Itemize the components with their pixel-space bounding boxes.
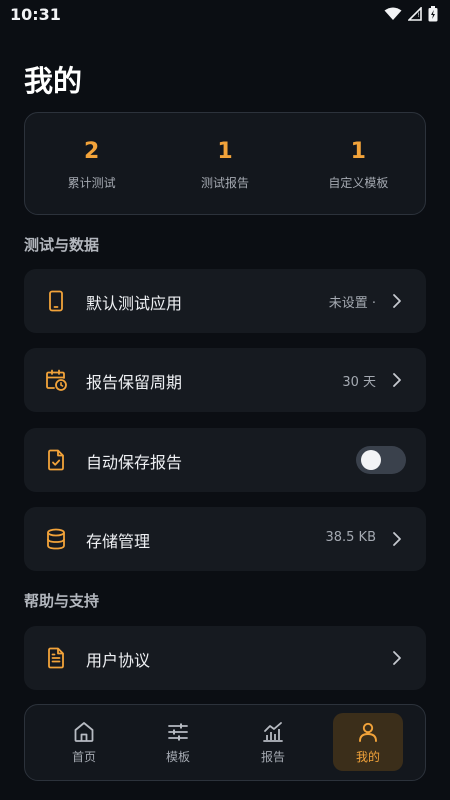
document-icon [48, 647, 64, 669]
row-label: 存储管理 [86, 532, 151, 551]
chevron-right-icon [393, 651, 401, 665]
row-value: 未设置 · [328, 296, 376, 311]
row-label: 自动保存报告 [86, 453, 183, 472]
profile-screen: 10:31 ! 我的 2 累计测试 1 测试报告 1 自定义模板 测试与数据 默… [0, 0, 450, 800]
nav-item-reports[interactable]: 报告 [238, 713, 308, 771]
database-icon [47, 528, 65, 550]
home-icon [74, 722, 94, 742]
wifi-icon [384, 7, 402, 20]
chart-icon [263, 722, 283, 742]
chevron-right-icon [393, 294, 401, 308]
nav-label: 首页 [71, 750, 96, 764]
storage-management-row[interactable]: 存储管理 38.5 KB [24, 507, 426, 571]
status-time: 10:31 [10, 5, 61, 24]
calendar-clock-icon [46, 369, 67, 391]
row-label: 用户协议 [86, 651, 151, 670]
nav-item-profile[interactable]: 我的 [333, 713, 403, 771]
stats-card: 2 累计测试 1 测试报告 1 自定义模板 [24, 112, 426, 215]
auto-save-report-row: 自动保存报告 [24, 428, 426, 492]
user-icon [359, 722, 377, 742]
report-retention-row[interactable]: 报告保留周期 30 天 [24, 348, 426, 412]
stat-test-reports[interactable]: 1 测试报告 [158, 113, 291, 214]
sliders-icon [168, 723, 188, 741]
section-title-help: 帮助与支持 [24, 592, 100, 610]
battery-icon [428, 6, 438, 22]
file-check-icon [48, 449, 64, 471]
stat-label: 自定义模板 [328, 176, 389, 190]
svg-text:!: ! [418, 12, 420, 19]
row-value: 30 天 [342, 375, 376, 390]
nav-item-home[interactable]: 首页 [49, 713, 119, 771]
stat-value: 1 [350, 139, 366, 164]
phone-icon [49, 290, 63, 312]
nav-label: 报告 [260, 750, 285, 764]
stat-value: 1 [217, 139, 233, 164]
stat-label: 测试报告 [200, 176, 249, 190]
stat-total-tests[interactable]: 2 累计测试 [25, 113, 158, 214]
chevron-right-icon [393, 532, 401, 546]
stat-value: 2 [84, 139, 100, 164]
page-title: 我的 [24, 64, 83, 98]
signal-icon: ! [408, 7, 422, 21]
row-value: 38.5 KB [325, 530, 376, 545]
default-test-app-row[interactable]: 默认测试应用 未设置 · [24, 269, 426, 333]
nav-label: 模板 [165, 750, 190, 764]
chevron-right-icon [393, 373, 401, 387]
row-label: 默认测试应用 [86, 294, 183, 313]
nav-item-templates[interactable]: 模板 [143, 713, 213, 771]
nav-label: 我的 [355, 750, 380, 764]
user-agreement-row[interactable]: 用户协议 [24, 626, 426, 690]
auto-save-toggle[interactable] [356, 446, 406, 474]
status-icons: ! [384, 6, 438, 22]
stat-custom-templates[interactable]: 1 自定义模板 [292, 113, 425, 214]
status-bar: 10:31 ! [0, 0, 450, 32]
row-label: 报告保留周期 [86, 373, 183, 392]
toggle-knob [361, 450, 381, 470]
bottom-nav: 首页 模板 报告 我的 [24, 704, 426, 781]
stat-label: 累计测试 [67, 176, 116, 190]
section-title-test-data: 测试与数据 [24, 236, 100, 254]
